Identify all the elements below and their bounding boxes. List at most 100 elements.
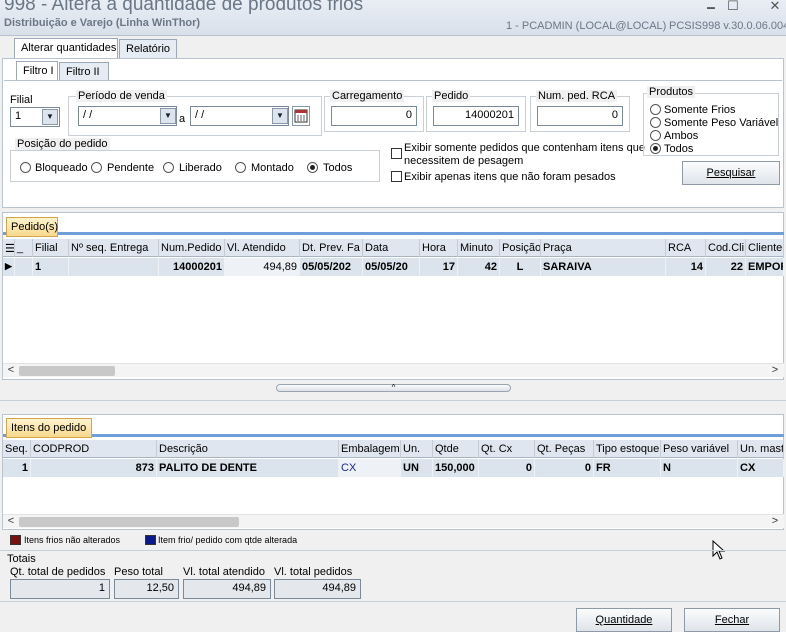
col-seq[interactable]: Seq. xyxy=(3,440,31,458)
pedido-label: Pedido xyxy=(432,90,471,102)
col-cliente[interactable]: Cliente xyxy=(746,239,784,257)
checkbox-nao-pesados[interactable] xyxy=(391,171,402,182)
cell-descricao: PALITO DE DENTE xyxy=(157,459,339,477)
date-to-dropdown-icon[interactable]: ▼ xyxy=(272,108,288,124)
pesquisar-button[interactable]: Pesquisar xyxy=(682,161,780,185)
radio-pendente[interactable] xyxy=(91,162,102,173)
vl-total-pedidos-label: Vl. total pedidos xyxy=(274,566,353,578)
cell-praca: SARAIVA xyxy=(541,258,666,276)
radio-bloqueado[interactable] xyxy=(20,162,31,173)
pedido-input[interactable]: 14000201 xyxy=(433,106,519,126)
num-rca-input[interactable]: 0 xyxy=(537,106,623,126)
radio-somente-peso-variavel[interactable] xyxy=(650,117,661,128)
col-descricao[interactable]: Descrição xyxy=(157,440,339,458)
radio-ambos-label: Ambos xyxy=(664,130,699,142)
col-vl-atendido[interactable]: Vl. Atendido xyxy=(225,239,300,257)
col-cod-cli[interactable]: Cod.Cli xyxy=(706,239,746,257)
radio-ambos[interactable] xyxy=(650,130,661,141)
col-qt-pecas[interactable]: Qt. Peças xyxy=(535,440,594,458)
table-row[interactable]: 1 873 PALITO DE DENTE CX UN 150,000 0 0 … xyxy=(3,459,784,477)
col-qt-cx[interactable]: Qt. Cx xyxy=(479,440,535,458)
scroll-right-icon[interactable]: > xyxy=(769,515,781,529)
peso-total-label: Peso total xyxy=(114,566,163,578)
scroll-left-icon[interactable]: < xyxy=(5,364,17,378)
calendar-icon[interactable] xyxy=(292,106,310,126)
filial-value: 1 xyxy=(15,110,22,122)
radio-somente-frios[interactable] xyxy=(650,104,661,115)
pedidos-scrollbar[interactable]: < > xyxy=(3,363,784,377)
cell-rca: 14 xyxy=(666,258,706,276)
col-data[interactable]: Data xyxy=(363,239,420,257)
cell-qt-pecas: 0 xyxy=(535,459,594,477)
date-separator: a xyxy=(179,113,186,125)
qt-total-pedidos-label: Qt. total de pedidos xyxy=(10,566,106,578)
chevron-down-icon[interactable]: ▼ xyxy=(42,109,58,125)
splitter-handle[interactable]: ^ xyxy=(276,384,511,392)
checkbox-pesagem[interactable] xyxy=(391,148,402,159)
quantidade-button[interactable]: Quantidade xyxy=(576,608,672,632)
tab-alterar-quantidades[interactable]: Alterar quantidades xyxy=(14,38,118,59)
section-divider xyxy=(0,400,786,401)
row-indicator-icon: ▶ xyxy=(3,258,15,276)
cell-cod-cli: 22 xyxy=(706,258,746,276)
date-from-dropdown-icon[interactable]: ▼ xyxy=(160,108,176,124)
radio-todos-posicao[interactable] xyxy=(307,162,318,173)
col-minuto[interactable]: Minuto xyxy=(458,239,500,257)
col-hora[interactable]: Hora xyxy=(420,239,458,257)
col-praca[interactable]: Praça xyxy=(541,239,666,257)
tab-relatorio[interactable]: Relatório xyxy=(119,39,177,58)
col-tipo-estoque[interactable]: Tipo estoque xyxy=(594,440,661,458)
col-num-pedido[interactable]: Num.Pedido xyxy=(159,239,225,257)
col-qtde[interactable]: Qtde xyxy=(433,440,479,458)
cell-dt-prev: 05/05/202 xyxy=(300,258,363,276)
col-dt-prev[interactable]: Dt. Prev. Fa xyxy=(300,239,363,257)
radio-todos-produtos[interactable] xyxy=(650,143,661,154)
fechar-button[interactable]: Fechar xyxy=(684,608,780,632)
cell-seq: 1 xyxy=(3,459,31,477)
pedidos-header: ☰ _ Filial Nº seq. Entrega Num.Pedido Vl… xyxy=(3,239,784,257)
minimize-icon[interactable]: 🗕 xyxy=(702,0,720,14)
scroll-thumb[interactable] xyxy=(19,366,115,376)
cell xyxy=(15,258,33,276)
vl-total-atendido-label: Vl. total atendido xyxy=(183,566,265,578)
scroll-left-icon[interactable]: < xyxy=(5,515,17,529)
table-row[interactable]: ▶ 1 14000201 494,89 05/05/202 05/05/20 1… xyxy=(3,258,784,276)
scroll-thumb[interactable] xyxy=(19,517,239,527)
close-icon[interactable]: ✕ xyxy=(766,0,784,13)
carregamento-input[interactable]: 0 xyxy=(331,106,417,126)
tab-filtro-2[interactable]: Filtro II xyxy=(59,62,109,80)
col-un-master[interactable]: Un. maste xyxy=(738,440,784,458)
radio-todos-produtos-label: Todos xyxy=(664,143,694,155)
col-codprod[interactable]: CODPROD xyxy=(31,440,157,458)
col-filial[interactable]: Filial xyxy=(33,239,69,257)
radio-pendente-label: Pendente xyxy=(107,162,155,174)
col-seq-entrega[interactable]: Nº seq. Entrega xyxy=(69,239,159,257)
col-blank[interactable]: _ xyxy=(15,239,33,257)
scroll-right-icon[interactable]: > xyxy=(769,364,781,378)
col-selector-icon[interactable]: ☰ xyxy=(3,239,15,257)
itens-scrollbar[interactable]: < > xyxy=(3,514,784,528)
cell-codprod: 873 xyxy=(31,459,157,477)
pedidos-grid-bar xyxy=(3,232,784,235)
cell-seq-entrega xyxy=(69,258,159,276)
col-posicao[interactable]: Posição xyxy=(500,239,541,257)
maximize-icon[interactable]: ☐ xyxy=(724,0,742,13)
col-peso-variavel[interactable]: Peso variável xyxy=(661,440,738,458)
qt-total-pedidos-value: 1 xyxy=(10,579,110,599)
mouse-cursor-icon xyxy=(712,539,726,563)
radio-liberado-label: Liberado xyxy=(179,162,222,174)
col-embalagem[interactable]: Embalagem xyxy=(339,440,401,458)
vl-total-atendido-value: 494,89 xyxy=(183,579,271,599)
peso-total-value: 12,50 xyxy=(114,579,179,599)
radio-liberado[interactable] xyxy=(163,162,174,173)
legend-swatch-alterado xyxy=(145,535,156,545)
itens-tab[interactable]: Itens do pedido xyxy=(6,418,92,438)
tab-filtro-1[interactable]: Filtro I xyxy=(16,61,58,80)
cell-vl-atendido: 494,89 xyxy=(225,258,300,276)
cell-qt-cx: 0 xyxy=(479,459,535,477)
pedidos-tab[interactable]: Pedido(s) xyxy=(6,217,58,237)
totais-divider xyxy=(0,550,786,551)
radio-montado[interactable] xyxy=(235,162,246,173)
col-un[interactable]: Un. xyxy=(401,440,433,458)
col-rca[interactable]: RCA xyxy=(666,239,706,257)
